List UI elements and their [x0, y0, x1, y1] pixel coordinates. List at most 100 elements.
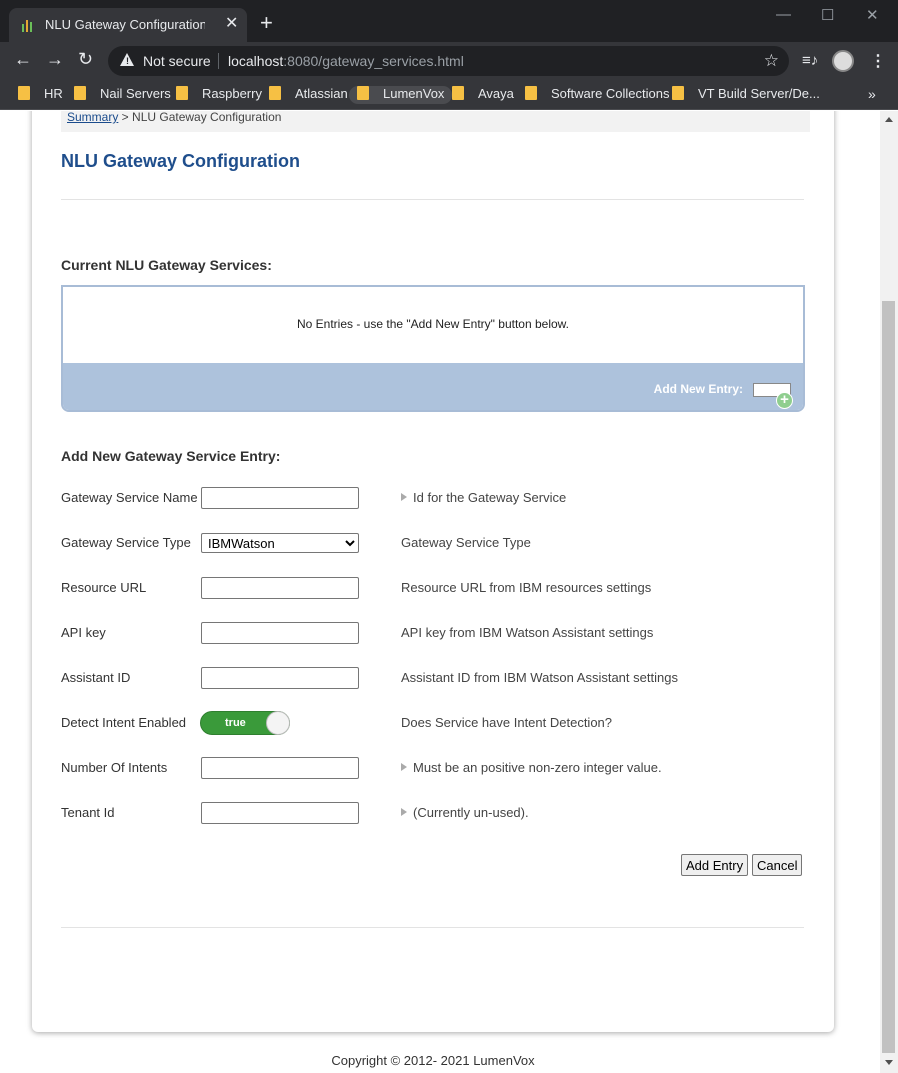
folder-icon — [672, 86, 684, 100]
add-entry-button[interactable]: Add Entry — [681, 854, 749, 876]
url-host: localhost — [228, 53, 284, 69]
forward-arrow-icon[interactable]: → — [46, 50, 64, 68]
address-separator — [218, 53, 219, 69]
browser-menu-icon[interactable]: ⋮ — [870, 51, 886, 71]
bookmark-star-icon[interactable]: ☆ — [764, 51, 779, 71]
bookmark-software-collections[interactable]: Software Collections — [525, 86, 670, 104]
warning-icon: ! — [120, 53, 134, 66]
folder-icon — [176, 86, 188, 100]
media-queue-icon[interactable]: ≡♪ — [802, 52, 818, 69]
scroll-up-arrow-icon[interactable] — [885, 117, 893, 122]
plus-circle-icon[interactable]: + — [776, 392, 793, 409]
api-key-label: API key — [61, 625, 106, 640]
bookmark-raspberry[interactable]: Raspberry — [176, 86, 262, 104]
detect-intent-help: Does Service have Intent Detection? — [401, 715, 613, 730]
browser-toolbar: ← → ↻ ! Not secure localhost:8080/gatewa… — [0, 42, 898, 80]
api-key-input[interactable] — [201, 622, 359, 644]
content-card: Summary > NLU Gateway Configuration NLU … — [32, 111, 834, 1032]
bookmark-lumenvox[interactable]: LumenVox — [349, 86, 453, 104]
detect-intent-label: Detect Intent Enabled — [61, 715, 187, 730]
address-bar[interactable]: ! Not secure localhost:8080/gateway_serv… — [108, 46, 789, 76]
security-label[interactable]: Not secure — [143, 53, 211, 69]
url-text[interactable]: localhost:8080/gateway_services.html — [228, 53, 464, 69]
breadcrumb-summary-link[interactable]: Summary — [67, 111, 118, 124]
expand-triangle-icon[interactable] — [401, 493, 407, 501]
add-new-entry-label: Add New Entry: — [653, 382, 743, 396]
scroll-down-arrow-icon[interactable] — [885, 1060, 893, 1065]
resource-url-label: Resource URL — [61, 580, 147, 595]
bookmark-avaya[interactable]: Avaya — [452, 86, 514, 104]
divider — [61, 927, 804, 928]
service-type-help: Gateway Service Type — [401, 535, 531, 550]
resource-url-help: Resource URL from IBM resources settings — [401, 580, 652, 595]
form-row-service-name: Gateway Service Name Id for the Gateway … — [61, 487, 805, 509]
breadcrumb-separator: > — [118, 111, 133, 124]
lumenvox-favicon-icon — [21, 18, 35, 32]
breadcrumb: Summary > NLU Gateway Configuration — [61, 111, 810, 132]
bookmark-label: HR — [44, 86, 63, 101]
breadcrumb-current: NLU Gateway Configuration — [132, 111, 282, 124]
maximize-icon[interactable]: ☐ — [821, 6, 834, 24]
minimize-icon[interactable]: — — [776, 6, 791, 23]
form-row-assistant-id: Assistant ID Assistant ID from IBM Watso… — [61, 667, 805, 689]
folder-icon — [269, 86, 281, 100]
reload-icon[interactable]: ↻ — [78, 50, 93, 68]
number-of-intents-label: Number Of Intents — [61, 760, 168, 775]
folder-icon — [74, 86, 86, 100]
folder-icon — [18, 86, 30, 100]
window-close-icon[interactable]: ✕ — [866, 6, 879, 24]
api-key-help: API key from IBM Watson Assistant settin… — [401, 625, 654, 640]
new-tab-icon[interactable]: + — [260, 12, 273, 34]
tenant-id-input[interactable] — [201, 802, 359, 824]
form-row-tenant-id: Tenant Id (Currently un-used). — [61, 802, 805, 824]
bookmark-nail-servers[interactable]: Nail Servers — [74, 86, 171, 104]
tenant-id-label: Tenant Id — [61, 805, 115, 820]
assistant-id-input[interactable] — [201, 667, 359, 689]
bookmarks-bar: HR Nail Servers Raspberry Atlassian Lume… — [0, 80, 898, 110]
empty-message: No Entries - use the "Add New Entry" but… — [297, 317, 569, 331]
footer-copyright: Copyright © 2012- 2021 LumenVox — [331, 1053, 535, 1068]
back-arrow-icon[interactable]: ← — [14, 50, 32, 68]
resource-url-input[interactable] — [201, 577, 359, 599]
folder-icon — [525, 86, 537, 100]
bookmark-label: LumenVox — [383, 86, 445, 101]
bookmark-hr[interactable]: HR — [18, 86, 63, 104]
scrollbar-thumb[interactable] — [882, 301, 895, 1053]
browser-titlebar: NLU Gateway Configuration - LumenVox ✕ +… — [0, 0, 898, 42]
detect-intent-toggle[interactable]: true — [200, 711, 290, 735]
service-type-label: Gateway Service Type — [61, 535, 191, 550]
url-path: :8080/gateway_services.html — [283, 53, 464, 69]
number-of-intents-input[interactable] — [201, 757, 359, 779]
profile-avatar[interactable] — [832, 50, 854, 72]
service-name-input[interactable] — [201, 487, 359, 509]
page-title: NLU Gateway Configuration — [61, 151, 301, 171]
tenant-id-help: (Currently un-used). — [401, 805, 529, 820]
divider — [61, 199, 804, 200]
service-name-help: Id for the Gateway Service — [401, 490, 566, 505]
toggle-knob[interactable] — [266, 711, 290, 735]
form-row-number-of-intents: Number Of Intents Must be an positive no… — [61, 757, 805, 779]
browser-tab[interactable]: NLU Gateway Configuration - LumenVox ✕ — [9, 8, 247, 42]
folder-icon — [452, 86, 464, 100]
bookmark-label: VT Build Server/De... — [698, 86, 820, 101]
service-name-label: Gateway Service Name — [61, 490, 198, 505]
bookmark-atlassian[interactable]: Atlassian — [269, 86, 348, 104]
form-row-service-type: Gateway Service Type IBMWatson Gateway S… — [61, 532, 805, 554]
form-row-resource-url: Resource URL Resource URL from IBM resou… — [61, 577, 805, 599]
number-of-intents-help: Must be an positive non-zero integer val… — [401, 760, 662, 775]
toggle-state-label: true — [225, 717, 246, 729]
page-scrollbar[interactable] — [880, 111, 898, 1073]
form-row-detect-intent: Detect Intent Enabled true Does Service … — [61, 711, 805, 735]
bookmarks-overflow-icon[interactable]: » — [868, 86, 876, 102]
bookmark-label: Software Collections — [551, 86, 670, 101]
expand-triangle-icon[interactable] — [401, 763, 407, 771]
tab-close-icon[interactable]: ✕ — [225, 16, 238, 32]
service-type-select[interactable]: IBMWatson — [201, 533, 359, 553]
bookmark-vt-build-server[interactable]: VT Build Server/De... — [672, 86, 820, 104]
expand-triangle-icon[interactable] — [401, 808, 407, 816]
tab-title: NLU Gateway Configuration - LumenVox — [45, 17, 205, 32]
services-table: No Entries - use the "Add New Entry" but… — [61, 285, 805, 412]
cancel-button[interactable]: Cancel — [752, 854, 803, 876]
bookmark-label: Nail Servers — [100, 86, 171, 101]
assistant-id-help: Assistant ID from IBM Watson Assistant s… — [401, 670, 678, 685]
